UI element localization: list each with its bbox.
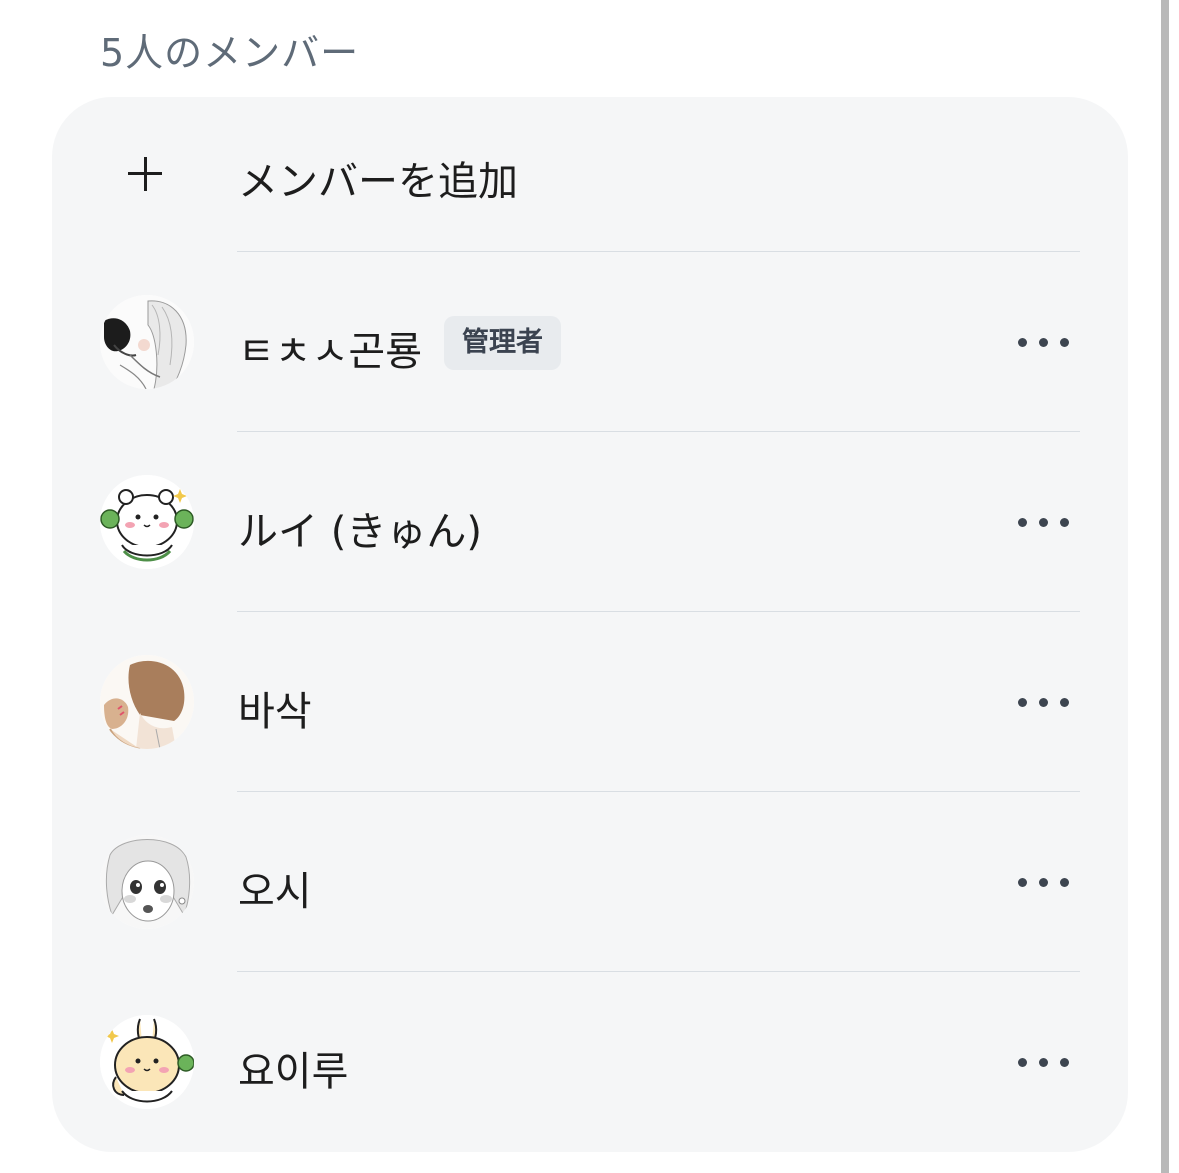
- avatar[interactable]: [100, 1015, 194, 1109]
- member-row[interactable]: 바삭: [52, 612, 1128, 792]
- add-member-label: メンバーを追加: [238, 159, 518, 205]
- scrollbar[interactable]: [1161, 0, 1169, 1173]
- add-member-button[interactable]: メンバーを追加: [52, 97, 1128, 252]
- avatar[interactable]: [100, 835, 194, 929]
- avatar[interactable]: [100, 475, 194, 569]
- member-row[interactable]: ルイ (きゅん): [52, 432, 1128, 612]
- member-name: 요이루: [238, 1049, 349, 1095]
- more-options-icon[interactable]: [1018, 516, 1070, 530]
- member-row[interactable]: 오시: [52, 792, 1128, 972]
- plus-icon: [128, 157, 162, 191]
- more-options-icon[interactable]: [1018, 336, 1070, 350]
- brown-hair-avatar-image: [100, 655, 194, 749]
- more-options-icon[interactable]: [1018, 696, 1070, 710]
- admin-badge: 管理者: [444, 316, 561, 370]
- avatar[interactable]: [100, 655, 194, 749]
- member-name: 오시: [238, 869, 312, 915]
- manga-girl-avatar-image: [100, 835, 194, 929]
- more-options-icon[interactable]: [1018, 876, 1070, 890]
- member-row[interactable]: 요이루: [52, 972, 1128, 1152]
- manga-couple-avatar-image: [100, 295, 194, 389]
- member-name: ルイ (きゅん): [238, 509, 482, 555]
- members-count-heading: 5人のメンバー: [100, 31, 360, 75]
- members-card: メンバーを追加 ㅌㅊㅅ곤룡 管理者 ルイ (きゅん) 바삭 오시 요이루: [52, 97, 1128, 1152]
- member-row[interactable]: ㅌㅊㅅ곤룡 管理者: [52, 252, 1128, 432]
- bear-character-avatar-image: [100, 475, 194, 569]
- member-name: 바삭: [238, 689, 312, 735]
- more-options-icon[interactable]: [1018, 1056, 1070, 1070]
- member-name: ㅌㅊㅅ곤룡: [238, 329, 422, 375]
- rabbit-character-avatar-image: [100, 1015, 194, 1109]
- avatar[interactable]: [100, 295, 194, 389]
